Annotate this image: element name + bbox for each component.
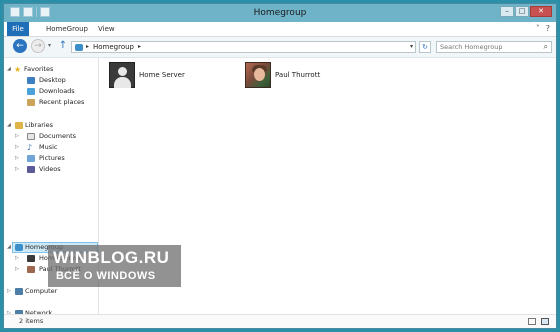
tab-view[interactable]: View — [92, 22, 121, 36]
expand-ribbon-icon[interactable]: ˅ — [536, 24, 540, 33]
search-input[interactable] — [440, 42, 536, 52]
nav-item-label: Recent places — [39, 98, 85, 106]
nav-libraries-label: Libraries — [25, 121, 54, 129]
collapse-arrow-icon[interactable]: ◢ — [7, 120, 13, 131]
ribbon-right-controls: ˅ ? — [536, 24, 550, 33]
nav-favorites-label: Favorites — [24, 65, 54, 73]
window-controls: – □ ✕ — [500, 6, 552, 17]
window-title: Homegroup — [253, 8, 307, 18]
user-photo — [245, 62, 271, 88]
address-bar[interactable]: ▸ Homegroup ▸ ▾ — [71, 41, 416, 53]
tab-homegroup[interactable]: HomeGroup — [40, 22, 94, 36]
downloads-icon — [27, 88, 35, 95]
tab-file[interactable]: File — [7, 22, 29, 36]
watermark: WINBLOG.RU ВСЁ О WINDOWS — [48, 245, 181, 287]
help-icon[interactable]: ? — [546, 24, 550, 33]
videos-icon — [27, 166, 35, 173]
nav-item-label: Music — [39, 143, 58, 151]
watermark-line-1: WINBLOG.RU — [53, 248, 170, 267]
expand-arrow-icon[interactable]: ▷ — [15, 142, 21, 153]
expand-arrow-icon[interactable]: ▷ — [15, 264, 21, 275]
nav-item-label: Downloads — [39, 87, 75, 95]
libraries-icon — [15, 122, 23, 129]
up-button[interactable]: ↑ — [57, 39, 69, 53]
nav-item-label: Desktop — [39, 76, 66, 84]
star-icon: ★ — [14, 65, 22, 74]
address-dropdown-icon[interactable]: ▾ — [410, 43, 413, 50]
documents-icon — [27, 133, 35, 140]
nav-item-label: Pictures — [39, 154, 65, 162]
watermark-line-2: ВСЁ О WINDOWS — [56, 270, 156, 282]
title-bar: Homegroup – □ ✕ — [4, 4, 556, 22]
nav-computer-label: Computer — [25, 287, 58, 295]
maximize-button[interactable]: □ — [515, 6, 529, 17]
search-icon[interactable]: ⌕ — [544, 42, 548, 52]
collapse-arrow-icon[interactable]: ◢ — [7, 242, 13, 253]
navigation-bar: ← → ▾ ↑ ▸ Homegroup ▸ ▾ ↻ ⌕ — [4, 37, 556, 58]
nav-item-label: Videos — [39, 165, 61, 173]
refresh-button[interactable]: ↻ — [419, 41, 431, 53]
homegroup-icon — [15, 244, 23, 251]
expand-arrow-icon[interactable]: ▷ — [15, 164, 21, 175]
expand-arrow-icon[interactable]: ▷ — [15, 131, 21, 142]
item-name: Paul Thurrott — [275, 71, 321, 79]
desktop-background: Homegroup – □ ✕ File HomeGroup View ˅ ? … — [0, 0, 560, 332]
homegroup-icon — [75, 44, 83, 51]
explorer-window: Homegroup – □ ✕ File HomeGroup View ˅ ? … — [3, 3, 557, 329]
homegroup-item-paul-thurrott[interactable]: Paul Thurrott — [245, 62, 355, 92]
details-view-icon[interactable] — [528, 318, 536, 325]
expand-arrow-icon[interactable]: ▷ — [15, 253, 21, 264]
breadcrumb-arrow-icon[interactable]: ▸ — [138, 43, 141, 50]
back-button[interactable]: ← — [13, 39, 27, 53]
forward-button[interactable]: → — [31, 39, 45, 53]
minimize-button[interactable]: – — [500, 6, 514, 17]
recent-locations-icon[interactable]: ▾ — [48, 42, 51, 49]
user-avatar-icon — [109, 62, 135, 88]
large-icons-view-icon[interactable] — [541, 318, 549, 325]
search-box[interactable]: ⌕ — [436, 41, 552, 53]
computer-icon — [15, 288, 23, 295]
expand-arrow-icon[interactable]: ▷ — [15, 153, 21, 164]
breadcrumb-arrow-icon[interactable]: ▸ — [86, 43, 89, 50]
item-count: 2 items — [19, 317, 44, 325]
status-bar: 2 items — [4, 314, 556, 328]
collapse-arrow-icon[interactable]: ◢ — [7, 64, 13, 75]
pictures-icon — [27, 155, 35, 162]
user-avatar-icon — [27, 255, 35, 262]
nav-item-label: Documents — [39, 132, 77, 140]
breadcrumb-homegroup[interactable]: Homegroup — [93, 43, 134, 51]
music-icon: ♪ — [27, 143, 33, 152]
user-avatar-icon — [27, 266, 35, 273]
recent-places-icon — [27, 99, 35, 106]
homegroup-item-home-server[interactable]: Home Server — [109, 62, 219, 92]
close-button[interactable]: ✕ — [530, 6, 552, 17]
item-name: Home Server — [139, 71, 185, 79]
desktop-icon — [27, 77, 35, 84]
expand-arrow-icon[interactable]: ▷ — [7, 286, 13, 297]
ribbon-tabs: File HomeGroup View ˅ ? — [4, 22, 556, 37]
